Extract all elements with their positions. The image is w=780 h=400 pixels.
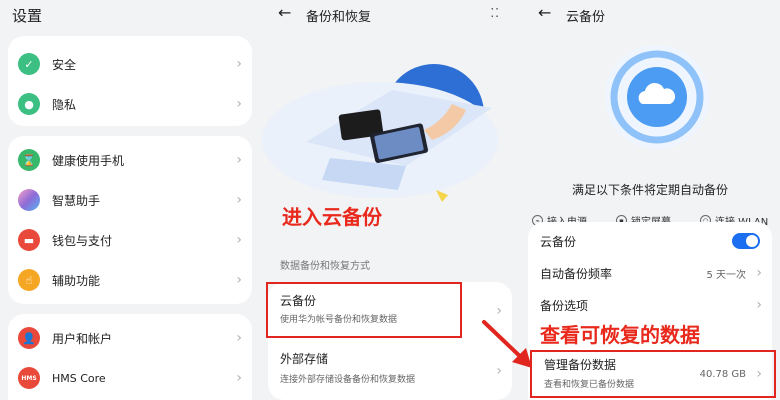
item-label: 外部存储 <box>280 352 329 366</box>
settings-item-security[interactable]: ✓ 安全 › <box>8 44 252 84</box>
chevron-right-icon: › <box>236 272 242 288</box>
external-storage-item[interactable]: 外部存储 连接外部存储设备备份和恢复数据 › <box>268 342 512 400</box>
cloud-backup-panel: ← 云备份 满足以下条件将定期自动备份 ⌁ 接入电源 ▪ 锁定屏幕 ◠ 连接 W… <box>520 0 780 400</box>
user-icon: 👤 <box>18 327 40 349</box>
settings-item-label: 健康使用手机 <box>52 153 125 168</box>
chevron-right-icon: › <box>236 96 242 112</box>
settings-item-label: 用户和帐户 <box>52 331 113 346</box>
settings-item-label: 智慧助手 <box>52 193 101 208</box>
cloud-backup-toggle[interactable] <box>732 233 760 249</box>
chevron-right-icon: › <box>236 56 242 72</box>
red-arrow-icon <box>482 320 532 368</box>
settings-item-label: 钱包与支付 <box>52 233 113 248</box>
settings-item-wallet[interactable]: ▬ 钱包与支付 › <box>8 220 252 260</box>
settings-panel: 设置 ✓ 安全 › ● 隐私 › ⌛ 健康使用手机 › 智慧助手 › ▬ 钱包与… <box>0 0 260 400</box>
hand-icon: ☝ <box>18 269 40 291</box>
settings-item-accessibility[interactable]: ☝ 辅助功能 › <box>8 260 252 300</box>
hms-icon: HMS <box>18 367 40 389</box>
chevron-right-icon: › <box>756 265 762 281</box>
backup-options-row[interactable]: 备份选项 › <box>528 288 772 322</box>
settings-item-hms-core[interactable]: HMS HMS Core › <box>8 358 252 398</box>
cloud-ring-graphic <box>605 45 709 149</box>
annotation-view-restorable-data: 查看可恢复的数据 <box>536 319 704 348</box>
settings-item-label: 辅助功能 <box>52 273 101 288</box>
back-arrow-icon[interactable]: ← <box>278 3 291 22</box>
settings-item-accounts[interactable]: 👤 用户和帐户 › <box>8 318 252 358</box>
back-arrow-icon[interactable]: ← <box>538 3 551 22</box>
chevron-right-icon: › <box>236 232 242 248</box>
backup-illustration <box>262 64 498 202</box>
section-label: 数据备份和恢复方式 <box>280 261 370 272</box>
settings-group-security: ✓ 安全 › ● 隐私 › <box>8 36 252 126</box>
highlight-box-manage-data <box>530 350 776 398</box>
auto-backup-frequency-row[interactable]: 自动备份频率 5 天一次 › <box>528 256 772 290</box>
annotation-enter-cloud-backup: 进入云备份 <box>282 205 382 229</box>
chevron-right-icon: › <box>236 192 242 208</box>
auto-backup-headline: 满足以下条件将定期自动备份 <box>571 183 728 197</box>
settings-item-label: HMS Core <box>52 371 106 385</box>
highlight-box-cloud-backup <box>266 282 462 338</box>
row-label: 云备份 <box>540 234 577 249</box>
settings-item-label: 隐私 <box>52 97 77 112</box>
settings-item-health[interactable]: ⌛ 健康使用手机 › <box>8 140 252 180</box>
cloud-backup-toggle-row[interactable]: 云备份 <box>528 222 772 260</box>
item-subtext: 连接外部存储设备备份和恢复数据 <box>280 375 416 385</box>
page-title: 备份和恢复 <box>306 10 372 25</box>
settings-item-privacy[interactable]: ● 隐私 › <box>8 84 252 124</box>
row-label: 备份选项 <box>540 298 589 313</box>
chevron-right-icon: › <box>756 297 762 313</box>
settings-group-accounts: 👤 用户和帐户 › HMS HMS Core › <box>8 314 252 400</box>
hourglass-icon: ⌛ <box>18 149 40 171</box>
privacy-icon: ● <box>18 93 40 115</box>
chevron-right-icon: › <box>236 330 242 346</box>
wallet-icon: ▬ <box>18 229 40 251</box>
settings-item-label: 安全 <box>52 57 77 72</box>
assistant-icon <box>18 189 40 211</box>
settings-item-assistant[interactable]: 智慧助手 › <box>8 180 252 220</box>
row-label: 自动备份频率 <box>540 266 613 281</box>
page-title: 云备份 <box>566 10 606 25</box>
shield-icon: ✓ <box>18 53 40 75</box>
frequency-value: 5 天一次 <box>706 269 746 281</box>
settings-group-features: ⌛ 健康使用手机 › 智慧助手 › ▬ 钱包与支付 › ☝ 辅助功能 › <box>8 136 252 304</box>
page-title: 设置 <box>12 7 43 25</box>
chevron-right-icon: › <box>236 370 242 386</box>
more-options-icon[interactable]: ⁚⁚ <box>490 6 500 20</box>
chevron-right-icon: › <box>236 152 242 168</box>
